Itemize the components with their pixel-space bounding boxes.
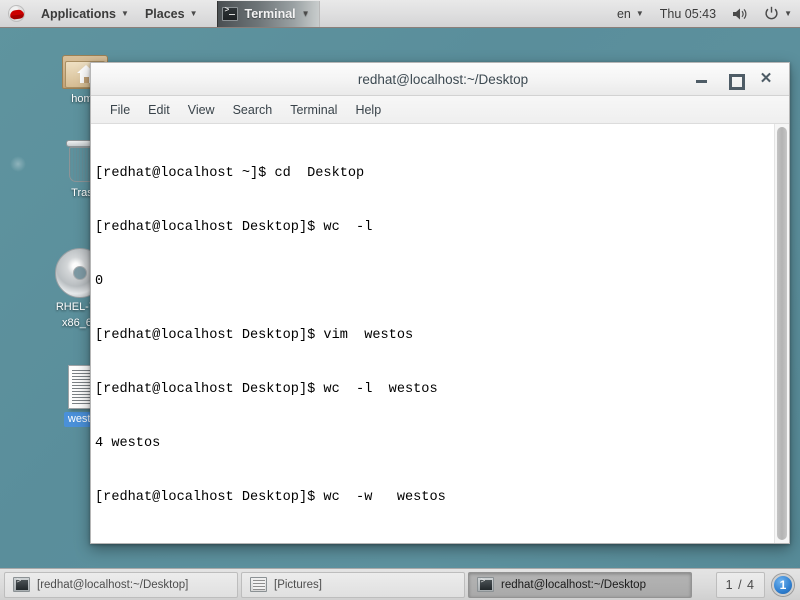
terminal-icon	[222, 6, 239, 21]
window-titlebar[interactable]: redhat@localhost:~/Desktop ✕	[91, 63, 789, 96]
terminal-line: [redhat@localhost Desktop]$ vim westos	[95, 328, 414, 343]
terminal-line: [redhat@localhost Desktop]$ wc -l westos	[95, 382, 438, 397]
system-menu-button[interactable]: ▼	[756, 1, 800, 27]
terminal-line: [redhat@localhost ~]$ cd Desktop	[95, 166, 365, 181]
keyboard-layout-label: en	[616, 6, 631, 21]
volume-button[interactable]	[724, 1, 756, 27]
clock[interactable]: Thu 05:43	[652, 1, 724, 27]
wallpaper-highlight-dot	[10, 156, 26, 172]
taskbar-button-label: [Pictures]	[274, 578, 322, 591]
redhat-logo-icon	[8, 5, 25, 22]
taskbar-button-label: [redhat@localhost:~/Desktop]	[37, 578, 189, 591]
places-menu-label: Places	[144, 6, 185, 21]
window-title: redhat@localhost:~/Desktop	[357, 71, 529, 87]
menu-file[interactable]: File	[101, 100, 139, 120]
terminal-line: [redhat@localhost Desktop]$ wc -l	[95, 220, 373, 235]
bottom-panel: [redhat@localhost:~/Desktop] [Pictures] …	[0, 568, 800, 600]
clock-label: Thu 05:43	[659, 6, 717, 21]
terminal-icon	[13, 577, 30, 592]
menu-terminal[interactable]: Terminal	[281, 100, 346, 120]
places-menu[interactable]: Places ▼	[137, 1, 206, 27]
terminal-line: 0	[95, 274, 104, 289]
workspace-badge[interactable]: 1	[772, 573, 794, 596]
minimize-icon[interactable]	[695, 72, 709, 86]
workspace-badge-label: 1	[779, 577, 787, 592]
applications-menu[interactable]: Applications ▼	[33, 1, 137, 27]
menu-search[interactable]: Search	[224, 100, 282, 120]
terminal-output[interactable]: [redhat@localhost ~]$ cd Desktop [redhat…	[91, 124, 774, 543]
panel-window-label: Terminal	[244, 6, 296, 21]
keyboard-layout-indicator[interactable]: en ▼	[609, 1, 652, 27]
menu-edit[interactable]: Edit	[139, 100, 179, 120]
terminal-line: 4 westos	[95, 436, 161, 451]
applications-menu-label: Applications	[41, 6, 117, 21]
chevron-down-icon: ▼	[784, 8, 792, 18]
terminal-body[interactable]: [redhat@localhost ~]$ cd Desktop [redhat…	[91, 124, 789, 543]
terminal-icon	[477, 577, 494, 592]
workspace-indicator[interactable]: 1 / 4	[715, 571, 765, 598]
maximize-icon[interactable]	[727, 72, 745, 90]
terminal-scrollbar[interactable]	[774, 124, 789, 543]
close-icon[interactable]: ✕	[759, 71, 773, 86]
redhat-menu-logo[interactable]	[0, 1, 33, 27]
top-panel: Applications ▼ Places ▼ Terminal ▼ en ▼ …	[0, 0, 800, 28]
chevron-down-icon: ▼	[635, 8, 644, 18]
volume-icon	[732, 7, 748, 21]
panel-window-list-terminal[interactable]: Terminal ▼	[217, 0, 320, 27]
taskbar-button-label: redhat@localhost:~/Desktop	[501, 578, 646, 591]
window-controls: ✕	[695, 71, 789, 90]
terminal-window[interactable]: redhat@localhost:~/Desktop ✕ File Edit V…	[90, 62, 790, 544]
taskbar-button-terminal-1[interactable]: [redhat@localhost:~/Desktop]	[4, 571, 238, 598]
workspace-indicator-label: 1 / 4	[725, 577, 755, 592]
menu-help[interactable]: Help	[346, 100, 390, 120]
menu-view[interactable]: View	[179, 100, 224, 120]
terminal-line: [redhat@localhost Desktop]$ wc -w westos	[95, 490, 446, 505]
file-manager-icon	[250, 577, 267, 592]
taskbar-button-terminal-2[interactable]: redhat@localhost:~/Desktop	[468, 571, 692, 598]
taskbar-button-pictures[interactable]: [Pictures]	[241, 571, 465, 598]
chevron-down-icon: ▼	[301, 8, 310, 18]
chevron-down-icon: ▼	[121, 8, 129, 18]
power-icon	[764, 6, 779, 21]
menubar: File Edit View Search Terminal Help	[91, 96, 789, 124]
chevron-down-icon: ▼	[189, 8, 198, 18]
scrollbar-thumb[interactable]	[777, 127, 787, 540]
